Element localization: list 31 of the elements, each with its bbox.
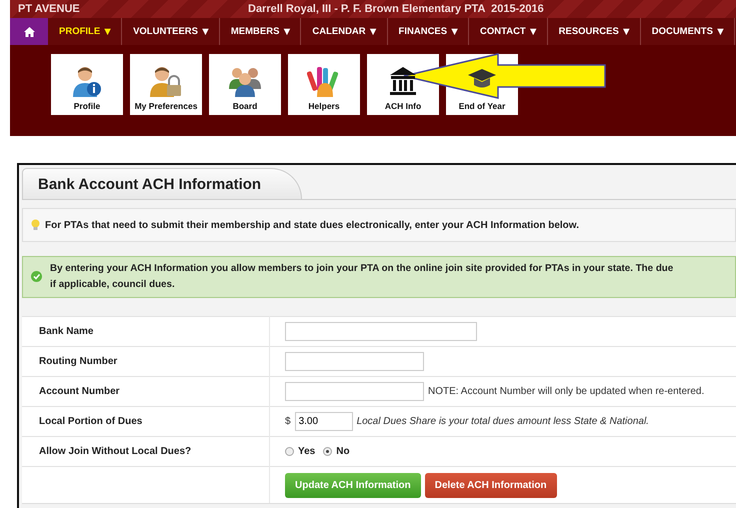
note-text: NOTE: Account Number will only be updated when re-entered. — [428, 386, 704, 397]
note-text: Local Dues Share is your total dues amount less State & National. — [356, 416, 649, 427]
info-text: For PTAs that need to submit their membership and state dues electronically, enter your ACH Information below. — [45, 220, 579, 230]
menu-tile[interactable]: ACH Info — [367, 54, 439, 115]
nav-menu-item[interactable]: RESOURCES ▼ — [548, 18, 641, 45]
field-label: Allow Join Without Local Dues? — [39, 446, 192, 457]
menu-tile[interactable]: Board — [209, 54, 281, 115]
nav-menu-item[interactable]: FINANCES ▼ — [388, 18, 469, 45]
brand-name: PT AVENUE — [18, 3, 81, 15]
menu-tile[interactable]: Profile — [51, 54, 123, 115]
nav-menu-item[interactable]: CONTACT ▼ — [469, 18, 548, 45]
nav-menu-item[interactable]: DOCUMENTS ▼ — [640, 18, 735, 45]
page-title: Darrell Royal, III - P. F. Brown Elementary PTA 2015-2016 — [247, 3, 545, 15]
field-label: Bank Name — [39, 326, 94, 337]
menu-tile[interactable]: Helpers — [288, 54, 360, 115]
dues-field[interactable]: 3.00 — [294, 412, 353, 431]
radio-label[interactable]: No — [336, 446, 350, 457]
nav-menu-item[interactable]: CALENDAR ▼ — [301, 18, 388, 45]
field-label: Routing Number — [39, 356, 118, 367]
delete-button[interactable]: Delete ACH Information — [424, 472, 557, 498]
notice-text: By entering your ACH Information you allow members to join your PTA on the online join site provided for PTAs in your state. The due — [50, 263, 674, 274]
nav-menu-item[interactable]: PROFILE ▼ — [48, 18, 122, 45]
nav-menu-item[interactable]: VOLUNTEERS ▼ — [122, 18, 220, 45]
currency-symbol: $ — [285, 416, 291, 427]
panel-tab[interactable]: Bank Account ACH Information — [22, 168, 302, 199]
radio-label[interactable]: Yes — [298, 446, 316, 457]
field-label: Local Portion of Dues — [39, 416, 142, 427]
nav-menu-item[interactable]: MEMBERS ▼ — [220, 18, 302, 45]
field-label: Account Number — [39, 386, 120, 397]
menu-tile[interactable]: My Preferences — [130, 54, 202, 115]
notice-text: if applicable, council dues. — [50, 279, 176, 290]
